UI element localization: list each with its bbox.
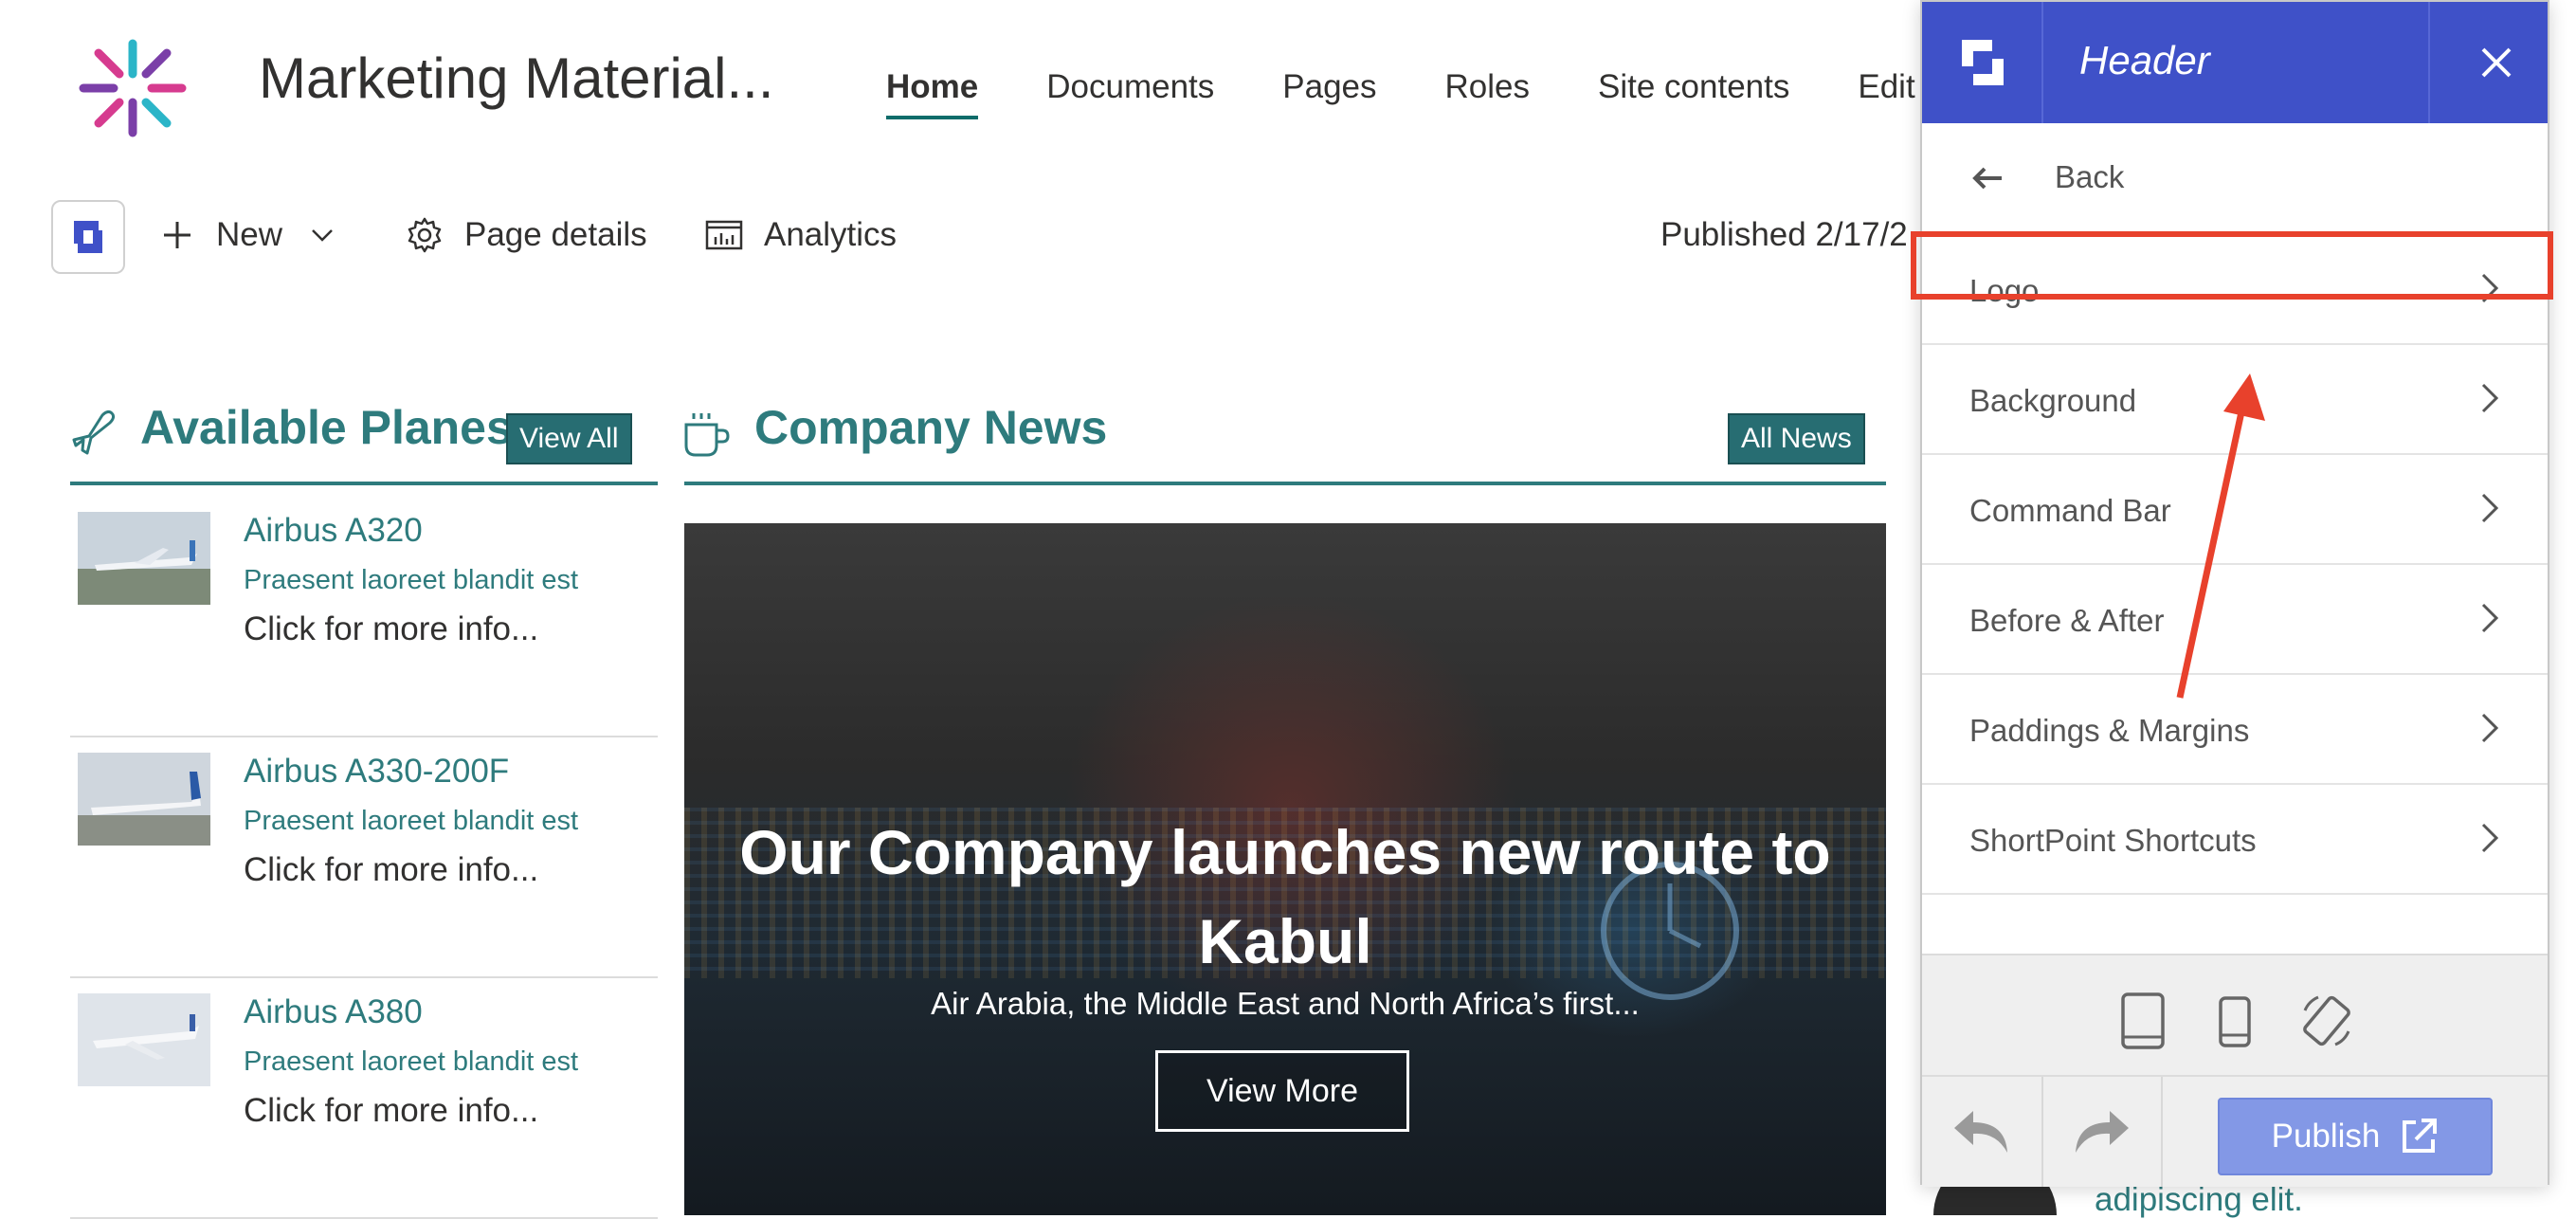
rotate-device-icon (2303, 995, 2350, 1046)
site-title: Marketing Material... (259, 46, 774, 110)
redo-icon (2076, 1111, 2129, 1153)
plane-description: Praesent laoreet blandit est (244, 1046, 579, 1077)
menu-label: Command Bar (1969, 493, 2171, 528)
shortpoint-logo-icon (1962, 40, 2004, 85)
plane-photo (78, 512, 210, 605)
shortpoint-icon (74, 221, 102, 253)
chevron-right-icon (2481, 383, 2499, 413)
plane-list-item[interactable]: Airbus A380 Praesent laoreet blandit est… (70, 976, 658, 1219)
top-nav: Home Documents Pages Roles Site contents… (886, 68, 1984, 119)
menu-label: Paddings & Margins (1969, 713, 2250, 748)
site-logo[interactable] (74, 36, 191, 140)
view-all-button[interactable]: View All (506, 413, 632, 464)
view-more-button[interactable]: View More (1155, 1050, 1409, 1132)
redo-button[interactable] (2070, 1105, 2132, 1163)
back-button[interactable]: Back (1922, 123, 2548, 233)
published-status: Published 2/17/2 (1660, 216, 1908, 253)
planes-divider (70, 482, 658, 485)
plane-name[interactable]: Airbus A330-200F (244, 753, 509, 791)
arrow-left-icon (1972, 167, 2002, 190)
nav-documents[interactable]: Documents (1046, 68, 1214, 106)
phone-preview-button[interactable] (2218, 995, 2252, 1053)
panel-title: Header (2079, 38, 2210, 82)
nav-home[interactable]: Home (886, 68, 979, 119)
analytics-button[interactable]: Analytics (705, 216, 897, 254)
device-preview-bar (1922, 954, 2548, 1077)
analytics-label: Analytics (764, 216, 898, 253)
chevron-down-icon (312, 229, 333, 242)
menu-item-logo[interactable]: Logo (1922, 235, 2548, 345)
new-label: New (216, 216, 283, 253)
plane-description: Praesent laoreet blandit est (244, 806, 579, 836)
page-details-label: Page details (464, 216, 647, 253)
close-button[interactable] (2462, 28, 2531, 97)
plane-icon (68, 408, 119, 464)
publish-label: Publish (2271, 1118, 2381, 1155)
undo-icon (1954, 1111, 2007, 1153)
hero-title[interactable]: Our Company launches new route to Kabul (684, 808, 1886, 986)
plane-more-info[interactable]: Click for more info... (244, 1092, 538, 1130)
all-news-button[interactable]: All News (1728, 413, 1865, 464)
plane-name[interactable]: Airbus A380 (244, 993, 423, 1031)
chevron-right-icon (2481, 603, 2499, 633)
planes-title: Available Planes (140, 401, 513, 454)
panel-header: Header (1922, 2, 2548, 123)
hero-subtitle: Air Arabia, the Middle East and North Af… (931, 986, 1640, 1021)
chevron-right-icon (2481, 273, 2499, 303)
external-link-icon (2403, 1119, 2438, 1153)
menu-label: ShortPoint Shortcuts (1969, 823, 2257, 858)
chevron-right-icon (2481, 493, 2499, 523)
analytics-icon (705, 220, 743, 250)
back-label: Back (2055, 159, 2125, 194)
nav-pages[interactable]: Pages (1282, 68, 1376, 106)
nav-site-contents[interactable]: Site contents (1598, 68, 1789, 106)
panel-actions-bar: Publish (1922, 1075, 2548, 1187)
annotation-arrow (2176, 373, 2265, 699)
nav-edit[interactable]: Edit (1858, 68, 1914, 106)
menu-label: Before & After (1969, 603, 2165, 638)
menu-label: Background (1969, 383, 2137, 418)
plane-list-item[interactable]: Airbus A320 Praesent laoreet blandit est… (70, 495, 658, 737)
plane-more-info[interactable]: Click for more info... (244, 610, 538, 648)
plane-list-item[interactable]: Airbus A330-200F Praesent laoreet blandi… (70, 736, 658, 978)
shortpoint-button[interactable] (51, 200, 125, 274)
menu-label: Logo (1969, 273, 2040, 308)
rotate-preview-button[interactable] (2297, 992, 2356, 1055)
menu-item-shortpoint-shortcuts[interactable]: ShortPoint Shortcuts (1922, 785, 2548, 895)
plane-photo (78, 993, 210, 1086)
new-button[interactable]: New (161, 216, 334, 254)
chevron-right-icon (2481, 823, 2499, 853)
plane-photo (78, 753, 210, 846)
publish-button[interactable]: Publish (2218, 1098, 2493, 1175)
close-icon (2481, 47, 2512, 78)
peek-text: adipiscing elit. (2095, 1181, 2303, 1218)
gear-icon (408, 217, 442, 253)
page-details-button[interactable]: Page details (406, 216, 647, 254)
news-hero[interactable]: Our Company launches new route to Kabul … (684, 523, 1886, 1215)
undo-button[interactable] (1950, 1105, 2013, 1163)
news-title: Company News (754, 401, 1108, 454)
tablet-icon (2121, 992, 2165, 1049)
nav-roles[interactable]: Roles (1445, 68, 1530, 106)
phone-icon (2219, 996, 2251, 1047)
plane-more-info[interactable]: Click for more info... (244, 851, 538, 889)
plane-name[interactable]: Airbus A320 (244, 512, 423, 550)
plane-description: Praesent laoreet blandit est (244, 565, 579, 595)
plus-icon (164, 222, 190, 248)
tablet-preview-button[interactable] (2119, 992, 2167, 1055)
news-divider (684, 482, 1886, 485)
coffee-cup-icon (680, 408, 734, 465)
chevron-right-icon (2481, 713, 2499, 743)
